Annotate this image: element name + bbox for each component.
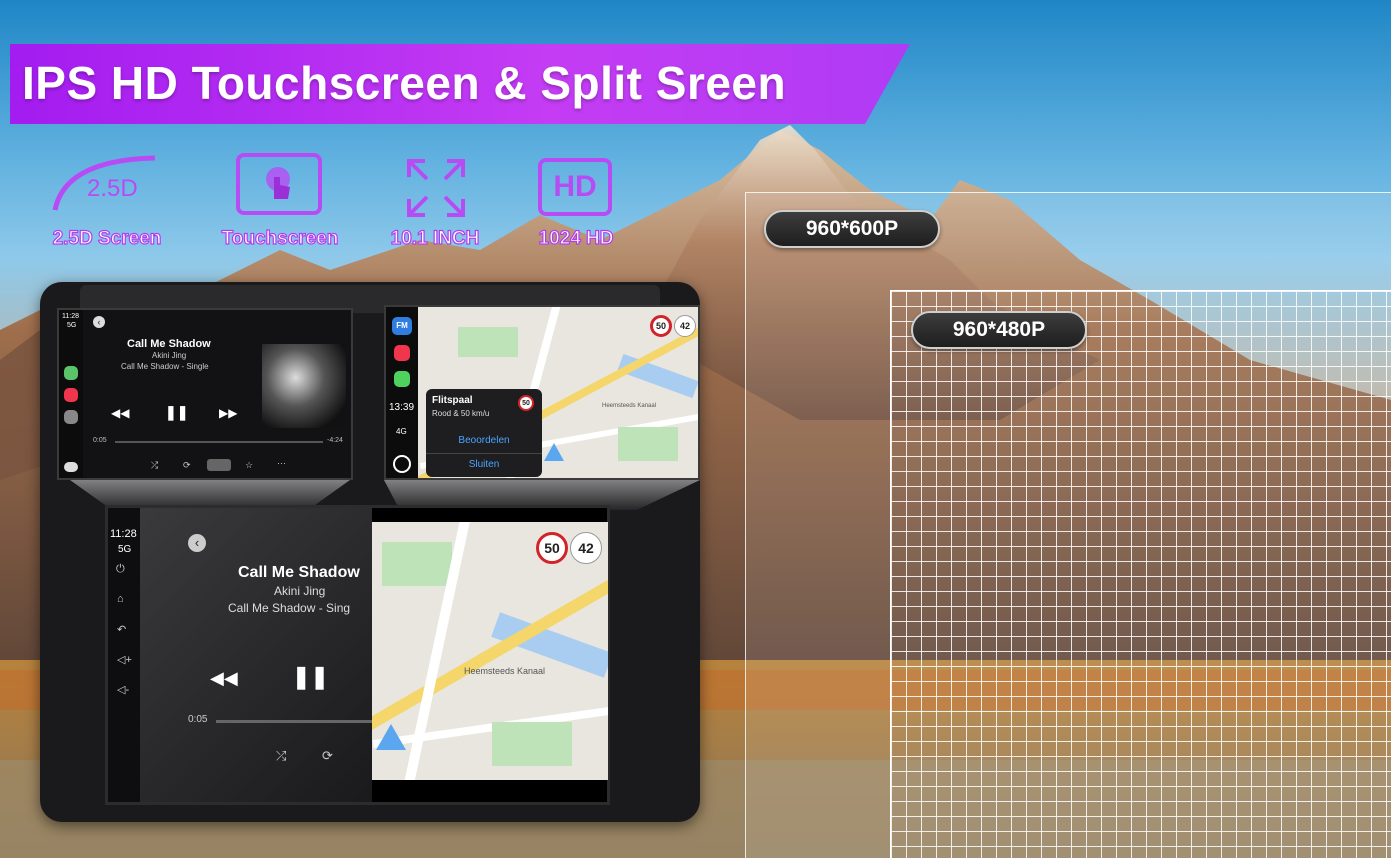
favorite-icon[interactable]: ☆ — [245, 460, 253, 471]
rewind-icon[interactable]: ◀◀ — [111, 406, 129, 420]
shuffle-icon[interactable]: ⤮ — [151, 460, 158, 471]
main-rewind-icon[interactable]: ◀◀ — [210, 668, 238, 689]
fm-app-icon[interactable]: FM — [392, 317, 412, 335]
progress-bar[interactable] — [115, 441, 323, 443]
main-status-time: 11:28 — [110, 528, 137, 540]
main-artist-name: Akini Jing — [274, 584, 326, 598]
navigation-preview-screen: FM 13:39 4G Heemsteeds Kanaal 50 42 Flit… — [384, 305, 700, 480]
back-icon[interactable]: ‹ — [93, 316, 105, 328]
main-park-area — [382, 542, 452, 586]
alert-card: Flitspaal Rood & 50 km/u 50 Beoordelen S… — [426, 389, 542, 477]
touch-hand-icon — [236, 153, 322, 215]
alert-title: Flitspaal — [432, 395, 473, 406]
home-button[interactable] — [393, 455, 411, 473]
current-speed: 42 — [674, 315, 696, 337]
music-app-icon[interactable] — [64, 388, 78, 402]
repeat-icon[interactable]: ⟳ — [183, 460, 191, 471]
speed-limit-sign: 50 — [650, 315, 672, 337]
power-icon[interactable]: ⏻ — [116, 563, 125, 576]
main-elapsed-time: 0:05 — [188, 714, 208, 725]
close-button[interactable]: Sluiten — [426, 459, 542, 470]
home-icon[interactable]: ⌂ — [117, 593, 124, 605]
resolution-large-label: 960*600P — [764, 210, 940, 248]
alert-divider — [426, 453, 542, 454]
back-arrow-icon[interactable]: ↶ — [117, 623, 126, 636]
status-network-nav: 4G — [396, 427, 407, 436]
navigation-arrow-icon — [544, 443, 564, 461]
expand-arrows-icon — [407, 159, 465, 217]
artist-name: Akini Jing — [152, 351, 187, 360]
remaining-time: -4:24 — [327, 437, 343, 444]
main-street-label: Heemsteeds Kanaal — [464, 666, 546, 676]
main-pause-icon[interactable]: ❚❚ — [292, 664, 329, 690]
feature-label-2-5d: 2.5D Screen — [52, 227, 162, 249]
main-shuffle-icon[interactable]: ⤮ — [276, 748, 286, 764]
feature-label-size: 10.1 INCH — [390, 227, 480, 249]
elapsed-time: 0:05 — [93, 437, 107, 444]
status-time-nav: 13:39 — [389, 402, 415, 413]
music-app-icon-nav[interactable] — [394, 345, 410, 361]
main-current-speed: 42 — [570, 532, 602, 564]
music-preview-screen: 11:28 5G ‹ Call Me Shadow Akini Jing Cal… — [57, 308, 353, 480]
resolution-small-label: 960*480P — [911, 311, 1087, 349]
rate-button[interactable]: Beoordelen — [426, 435, 542, 446]
main-back-icon[interactable]: ‹ — [188, 534, 206, 552]
park-area-2 — [618, 427, 678, 461]
album-name: Call Me Shadow - Single — [121, 362, 209, 371]
song-title: Call Me Shadow — [127, 338, 211, 350]
main-cross-road — [372, 703, 608, 749]
maps-app-icon[interactable] — [64, 366, 78, 380]
hd-box-icon: HD — [538, 158, 612, 216]
canal — [617, 353, 698, 399]
park-area — [458, 327, 518, 357]
carplay-sidebar: 11:28 5G — [59, 310, 83, 478]
main-status-network: 5G — [118, 544, 132, 555]
loop-button[interactable] — [207, 459, 231, 471]
music-pane: ‹ Call Me Shadow Akini Jing Call Me Shad… — [140, 508, 376, 802]
main-progress-bar[interactable] — [216, 720, 376, 723]
volume-down-icon[interactable]: ◁- — [117, 683, 129, 696]
dashboard-icon[interactable] — [64, 462, 78, 472]
pause-icon[interactable]: ❚❚ — [165, 404, 188, 421]
status-network: 5G — [67, 322, 77, 329]
street-label: Heemsteeds Kanaal — [602, 403, 657, 409]
curve-2-5d-icon: 2.5D — [52, 155, 156, 211]
product-banner: IPS HD Touchscreen & Split Sreen 2.5D 2.… — [0, 0, 1391, 858]
messages-app-icon[interactable] — [394, 371, 410, 387]
alert-subtitle: Rood & 50 km/u — [432, 409, 490, 418]
main-speed-limit-sign: 50 — [536, 532, 568, 564]
settings-app-icon[interactable] — [64, 410, 78, 424]
main-song-title: Call Me Shadow — [238, 564, 360, 581]
carplay-sidebar-nav: FM 13:39 4G — [386, 307, 418, 478]
main-carplay-sidebar: 11:28 5G ⏻ ⌂ ↶ ◁+ ◁- — [108, 508, 168, 802]
main-park-area-2 — [492, 722, 572, 766]
alert-speed-badge: 50 — [518, 395, 534, 411]
volume-up-icon[interactable]: ◁+ — [117, 653, 132, 666]
main-navigation-arrow-icon — [376, 724, 406, 750]
main-repeat-icon[interactable]: ⟳ — [322, 748, 333, 764]
status-time: 11:28 — [62, 313, 79, 320]
main-album-name: Call Me Shadow - Sing — [228, 601, 351, 615]
feature-label-touchscreen: Touchscreen — [221, 227, 339, 249]
forward-icon[interactable]: ▶▶ — [219, 406, 237, 420]
main-screen: 11:28 5G ⏻ ⌂ ↶ ◁+ ◁- ‹ Call Me Shadow Ak… — [105, 505, 610, 805]
album-art — [262, 344, 346, 428]
feature-label-hd: 1024 HD — [538, 227, 614, 249]
hd-icon-text: HD — [553, 170, 597, 203]
main-map-view[interactable]: Heemsteeds Kanaal 50 42 — [372, 522, 608, 780]
banner-title: IPS HD Touchscreen & Split Sreen — [22, 57, 787, 109]
more-icon[interactable]: ··· — [277, 458, 286, 468]
icon-text-2-5d: 2.5D — [87, 175, 138, 202]
resolution-small-grid — [890, 290, 1391, 858]
